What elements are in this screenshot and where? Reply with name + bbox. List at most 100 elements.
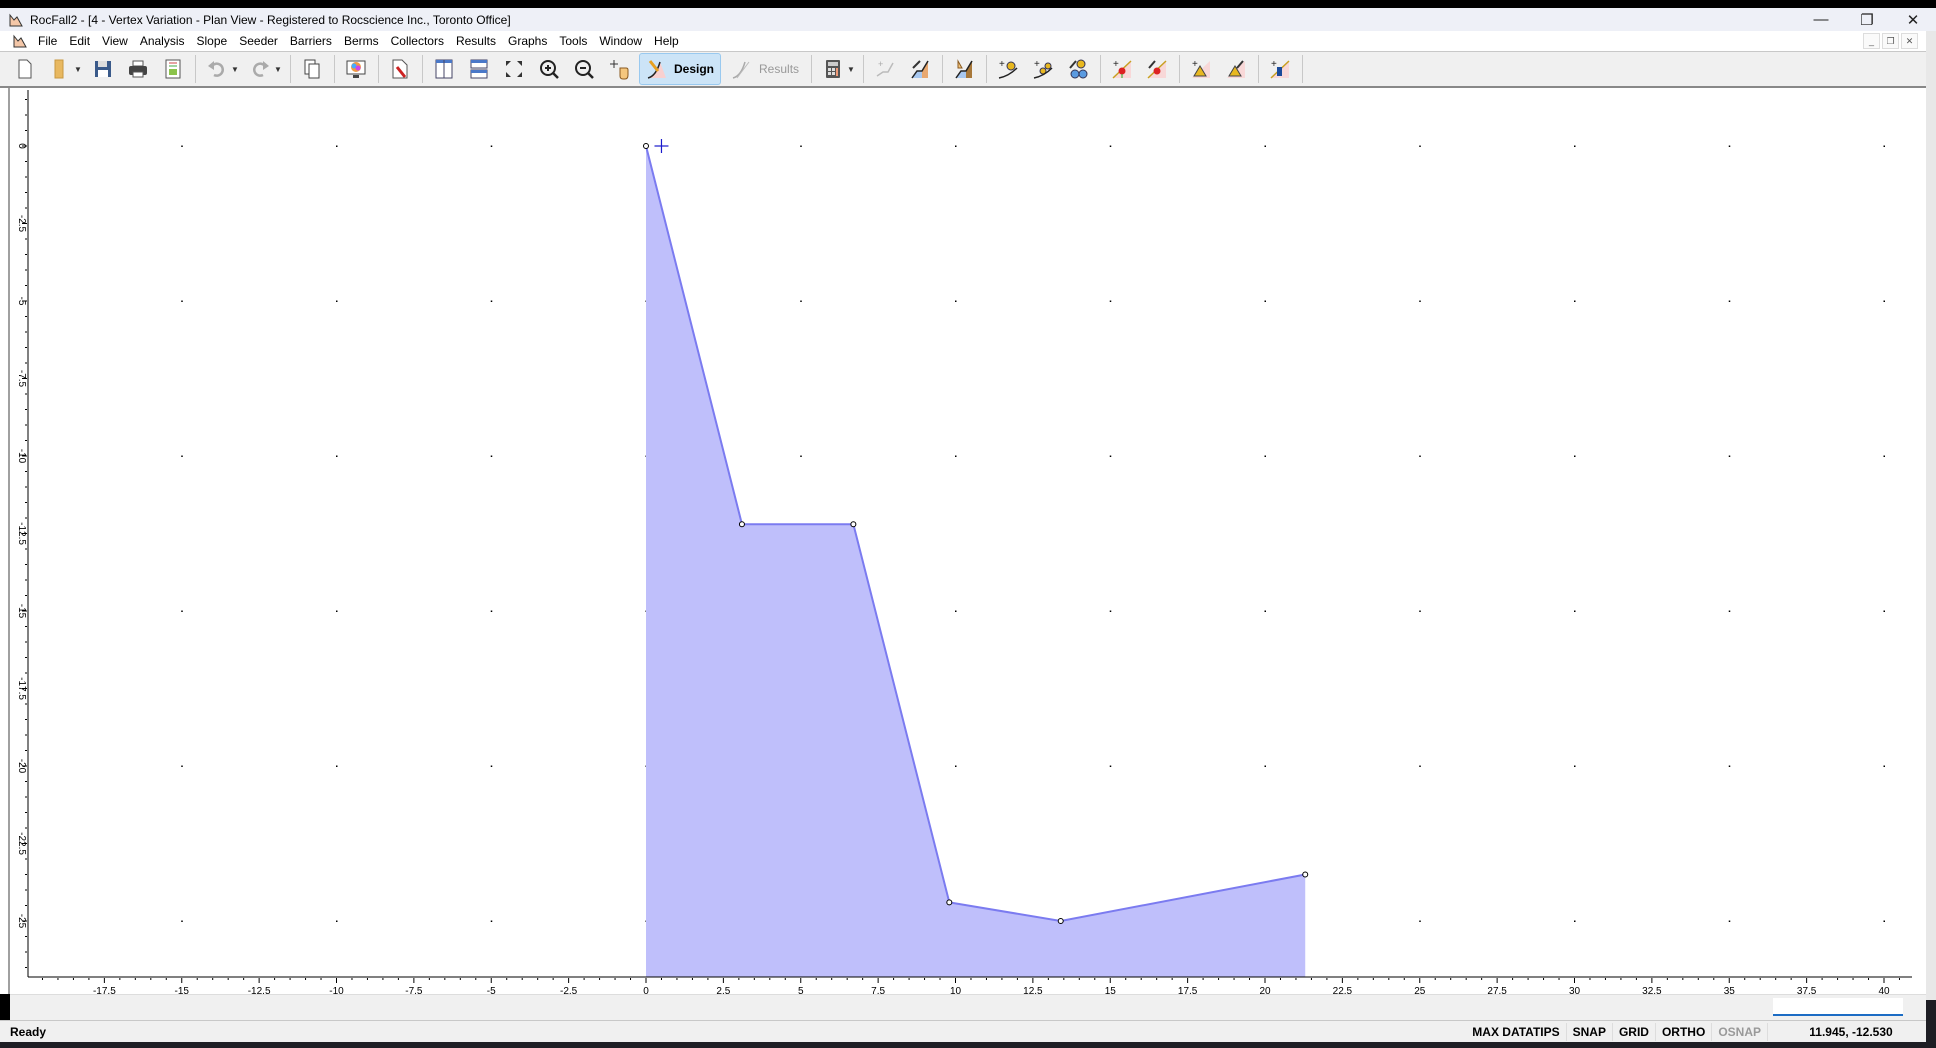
redo-button[interactable] (245, 54, 275, 84)
minimize-button[interactable]: — (1798, 8, 1844, 31)
zoom-out-button[interactable] (569, 54, 599, 84)
menu-results[interactable]: Results (450, 34, 502, 48)
mdi-minimize-button[interactable]: _ (1863, 33, 1880, 49)
horizontal-scrollbar-thumb[interactable] (1773, 998, 1903, 1016)
save-button[interactable] (88, 54, 118, 84)
display-options-button[interactable] (341, 54, 371, 84)
horizontal-scroll-area[interactable] (10, 994, 1926, 1021)
y-tick-label: -2.5 (16, 215, 27, 233)
tile-horizontal-icon (470, 59, 488, 79)
svg-text:+: + (999, 59, 1005, 70)
menu-seeder[interactable]: Seeder (233, 34, 284, 48)
close-button[interactable]: ✕ (1890, 8, 1936, 31)
menu-tools[interactable]: Tools (553, 34, 593, 48)
print-button[interactable] (123, 54, 153, 84)
snap-indicator[interactable]: SNAP (1567, 1023, 1613, 1041)
svg-text:+: + (878, 59, 883, 69)
svg-text:+: + (1192, 59, 1198, 70)
menu-view[interactable]: View (96, 34, 134, 48)
plan-view-canvas[interactable]: -17.5 -15 -12.5 -10 -7.5 -5 -2.5 0 2.5 5 7.5 10 12.5… (0, 88, 1926, 994)
grid-dot (490, 765, 493, 767)
document-icon[interactable] (12, 34, 28, 48)
menu-help[interactable]: Help (648, 34, 685, 48)
zoom-all-button[interactable] (499, 54, 529, 84)
svg-text:+: + (1034, 59, 1040, 70)
menu-bar: File Edit View Analysis Slope Seeder Bar… (0, 31, 1926, 52)
export-image-button[interactable] (158, 54, 188, 84)
new-button[interactable] (10, 54, 40, 84)
design-mode-button[interactable]: Design (639, 53, 722, 85)
max-datatips-indicator[interactable]: MAX DATATIPS (1466, 1023, 1567, 1041)
ortho-indicator[interactable]: ORTHO (1656, 1023, 1713, 1041)
new-icon (18, 59, 32, 79)
add-barrier-button[interactable]: + (1107, 54, 1137, 84)
mdi-restore-button[interactable]: ❐ (1882, 33, 1899, 49)
menu-edit[interactable]: Edit (63, 34, 96, 48)
copy-button[interactable] (297, 54, 327, 84)
menu-graphs[interactable]: Graphs (502, 34, 553, 48)
print-icon (129, 60, 147, 78)
toolbar-separator (422, 55, 423, 83)
add-line-seeder-button[interactable]: + (1028, 54, 1058, 84)
menu-barriers[interactable]: Barriers (284, 34, 338, 48)
slope-fill (646, 146, 1306, 977)
osnap-indicator[interactable]: OSNAP (1712, 1023, 1768, 1041)
grid-dot (1419, 300, 1421, 302)
results-mode-button[interactable]: Results (725, 54, 805, 84)
pan-button[interactable] (604, 54, 634, 84)
grid-dot (181, 300, 183, 302)
project-settings-button[interactable] (385, 54, 415, 84)
grid-dot (336, 300, 338, 302)
menu-berms[interactable]: Berms (338, 34, 385, 48)
x-tick-label: 2.5 (716, 986, 730, 994)
mdi-close-button[interactable]: ✕ (1901, 33, 1918, 49)
grid-dot (490, 610, 493, 612)
grid-indicator[interactable]: GRID (1613, 1023, 1656, 1041)
menu-slope[interactable]: Slope (191, 34, 234, 48)
edit-slope-button[interactable] (905, 54, 935, 84)
slope-polygon-layer (643, 143, 1309, 977)
edit-berm-button[interactable] (1221, 54, 1251, 84)
undo-dropdown-icon[interactable]: ▼ (231, 65, 241, 74)
grid-dot (181, 455, 183, 457)
slope-vertex (946, 899, 953, 906)
window-title: RocFall2 - [4 - Vertex Variation - Plan … (30, 12, 511, 27)
slope-select-icon (955, 59, 973, 79)
menu-analysis[interactable]: Analysis (134, 34, 191, 48)
x-tick-label: 30 (1569, 986, 1581, 994)
open-icon (54, 59, 64, 79)
menu-file[interactable]: File (32, 34, 63, 48)
title-bar: RocFall2 - [4 - Vertex Variation - Plan … (0, 8, 1936, 31)
grid-dot (336, 765, 338, 767)
grid-dot (490, 455, 493, 457)
grid-dot (336, 455, 338, 457)
x-tick-label: -5 (487, 986, 496, 994)
add-berm-button[interactable]: + (1186, 54, 1216, 84)
redo-dropdown-icon[interactable]: ▼ (274, 65, 284, 74)
edit-barrier-button[interactable] (1142, 54, 1172, 84)
menu-window[interactable]: Window (593, 34, 648, 48)
grid-dot (1574, 765, 1576, 767)
restore-button[interactable]: ❐ (1844, 8, 1890, 31)
screen-top-strip (0, 0, 1936, 8)
calculator-dropdown-icon[interactable]: ▼ (847, 65, 857, 74)
menu-collectors[interactable]: Collectors (385, 34, 450, 48)
open-button[interactable] (45, 54, 75, 84)
add-collector-button[interactable]: + (1265, 54, 1295, 84)
add-seeder-button[interactable]: + (993, 54, 1023, 84)
tile-horizontal-button[interactable] (464, 54, 494, 84)
grid-dot (1574, 920, 1576, 922)
grid-dot (1264, 765, 1266, 767)
undo-button[interactable] (202, 54, 232, 84)
calculator-button[interactable] (818, 54, 848, 84)
slope-select-button[interactable] (949, 54, 979, 84)
zoom-in-button[interactable] (534, 54, 564, 84)
edit-seeder-button[interactable] (1063, 54, 1093, 84)
add-slope-button[interactable]: + (870, 54, 900, 84)
main-toolbar: ▼ ▼ ▼ Design Results ▼ + + + + + + (0, 52, 1926, 88)
tile-vertical-button[interactable] (429, 54, 459, 84)
cursor-crosshair (654, 139, 669, 153)
grid-dot (1883, 920, 1885, 922)
grid-dot (1574, 300, 1576, 302)
open-dropdown-icon[interactable]: ▼ (74, 65, 84, 74)
